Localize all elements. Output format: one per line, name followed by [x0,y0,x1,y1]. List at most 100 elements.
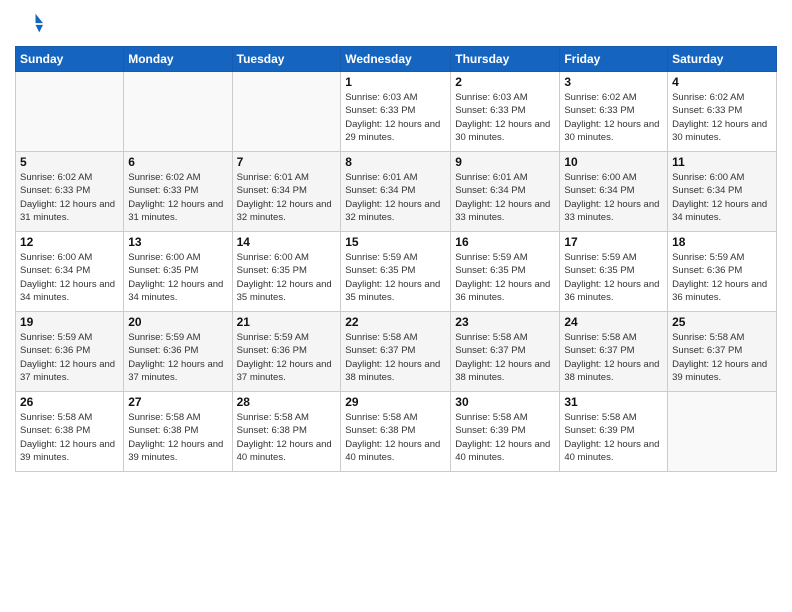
day-number: 12 [20,235,119,249]
day-number: 24 [564,315,663,329]
header-cell-tuesday: Tuesday [232,47,341,72]
day-info: Sunrise: 5:59 AM Sunset: 6:35 PM Dayligh… [564,251,663,304]
day-cell: 21 Sunrise: 5:59 AM Sunset: 6:36 PM Dayli… [232,312,341,392]
week-row-1: 1Sunrise: 6:03 AM Sunset: 6:33 PM Daylig… [16,72,777,152]
day-cell [232,72,341,152]
day-number: 18 [672,235,772,249]
day-info: Sunrise: 6:03 AM Sunset: 6:33 PM Dayligh… [455,91,555,144]
week-row-4: 19 Sunrise: 5:59 AM Sunset: 6:36 PM Dayli… [16,312,777,392]
day-cell: 10 Sunrise: 6:00 AM Sunset: 6:34 PM Dayli… [560,152,668,232]
day-cell: 22 Sunrise: 5:58 AM Sunset: 6:37 PM Dayli… [341,312,451,392]
day-cell: 19Sunrise: 5:59 AM Sunset: 6:36 PM Dayli… [16,312,124,392]
header-cell-friday: Friday [560,47,668,72]
day-info: Sunrise: 5:58 AM Sunset: 6:38 PM Dayligh… [20,411,119,464]
day-info: Sunrise: 5:58 AM Sunset: 6:37 PM Dayligh… [672,331,772,384]
header-cell-sunday: Sunday [16,47,124,72]
day-cell: 7 Sunrise: 6:01 AM Sunset: 6:34 PM Daylig… [232,152,341,232]
day-info: Sunrise: 6:02 AM Sunset: 6:33 PM Dayligh… [564,91,663,144]
logo-icon [15,10,43,38]
day-cell [124,72,232,152]
day-cell: 15 Sunrise: 5:59 AM Sunset: 6:35 PM Dayli… [341,232,451,312]
day-info: Sunrise: 6:02 AM Sunset: 6:33 PM Dayligh… [672,91,772,144]
day-info: Sunrise: 6:03 AM Sunset: 6:33 PM Dayligh… [345,91,446,144]
day-number: 26 [20,395,119,409]
day-number: 16 [455,235,555,249]
page-container: SundayMondayTuesdayWednesdayThursdayFrid… [0,0,792,612]
day-info: Sunrise: 6:00 AM Sunset: 6:34 PM Dayligh… [672,171,772,224]
day-cell: 17 Sunrise: 5:59 AM Sunset: 6:35 PM Dayli… [560,232,668,312]
day-number: 15 [345,235,446,249]
day-number: 19 [20,315,119,329]
day-cell: 5 Sunrise: 6:02 AM Sunset: 6:33 PM Daylig… [16,152,124,232]
day-number: 3 [564,75,663,89]
day-cell: 12 Sunrise: 6:00 AM Sunset: 6:34 PM Dayli… [16,232,124,312]
day-number: 27 [128,395,227,409]
day-cell: 20Sunrise: 5:59 AM Sunset: 6:36 PM Dayli… [124,312,232,392]
day-number: 23 [455,315,555,329]
day-number: 2 [455,75,555,89]
day-cell [668,392,777,472]
day-info: Sunrise: 6:00 AM Sunset: 6:35 PM Dayligh… [237,251,337,304]
day-cell: 18 Sunrise: 5:59 AM Sunset: 6:36 PM Dayli… [668,232,777,312]
logo [15,10,47,38]
day-cell: 1Sunrise: 6:03 AM Sunset: 6:33 PM Daylig… [341,72,451,152]
day-cell: 13Sunrise: 6:00 AM Sunset: 6:35 PM Dayli… [124,232,232,312]
day-info: Sunrise: 6:00 AM Sunset: 6:35 PM Dayligh… [128,251,227,304]
day-info: Sunrise: 6:02 AM Sunset: 6:33 PM Dayligh… [128,171,227,224]
week-row-2: 5 Sunrise: 6:02 AM Sunset: 6:33 PM Daylig… [16,152,777,232]
day-number: 10 [564,155,663,169]
day-number: 14 [237,235,337,249]
day-number: 22 [345,315,446,329]
day-info: Sunrise: 5:59 AM Sunset: 6:35 PM Dayligh… [455,251,555,304]
day-info: Sunrise: 6:02 AM Sunset: 6:33 PM Dayligh… [20,171,119,224]
day-number: 20 [128,315,227,329]
day-info: Sunrise: 5:59 AM Sunset: 6:36 PM Dayligh… [672,251,772,304]
day-info: Sunrise: 5:58 AM Sunset: 6:38 PM Dayligh… [345,411,446,464]
day-cell: 24Sunrise: 5:58 AM Sunset: 6:37 PM Dayli… [560,312,668,392]
day-info: Sunrise: 5:59 AM Sunset: 6:36 PM Dayligh… [237,331,337,384]
day-cell: 23 Sunrise: 5:58 AM Sunset: 6:37 PM Dayli… [451,312,560,392]
day-cell: 8Sunrise: 6:01 AM Sunset: 6:34 PM Daylig… [341,152,451,232]
day-info: Sunrise: 5:59 AM Sunset: 6:35 PM Dayligh… [345,251,446,304]
day-info: Sunrise: 6:00 AM Sunset: 6:34 PM Dayligh… [564,171,663,224]
day-cell: 29Sunrise: 5:58 AM Sunset: 6:38 PM Dayli… [341,392,451,472]
day-info: Sunrise: 5:58 AM Sunset: 6:38 PM Dayligh… [237,411,337,464]
day-number: 11 [672,155,772,169]
week-row-3: 12 Sunrise: 6:00 AM Sunset: 6:34 PM Dayli… [16,232,777,312]
day-number: 31 [564,395,663,409]
calendar-body: 1Sunrise: 6:03 AM Sunset: 6:33 PM Daylig… [16,72,777,472]
day-number: 5 [20,155,119,169]
day-number: 21 [237,315,337,329]
day-cell: 31 Sunrise: 5:58 AM Sunset: 6:39 PM Dayli… [560,392,668,472]
header-cell-thursday: Thursday [451,47,560,72]
day-info: Sunrise: 6:00 AM Sunset: 6:34 PM Dayligh… [20,251,119,304]
day-cell: 11 Sunrise: 6:00 AM Sunset: 6:34 PM Dayli… [668,152,777,232]
day-info: Sunrise: 6:01 AM Sunset: 6:34 PM Dayligh… [237,171,337,224]
day-cell: 9Sunrise: 6:01 AM Sunset: 6:34 PM Daylig… [451,152,560,232]
day-info: Sunrise: 5:58 AM Sunset: 6:37 PM Dayligh… [345,331,446,384]
day-cell: 27 Sunrise: 5:58 AM Sunset: 6:38 PM Dayli… [124,392,232,472]
header-cell-monday: Monday [124,47,232,72]
day-number: 4 [672,75,772,89]
header [15,10,777,38]
day-info: Sunrise: 5:58 AM Sunset: 6:39 PM Dayligh… [455,411,555,464]
day-cell: 16 Sunrise: 5:59 AM Sunset: 6:35 PM Dayli… [451,232,560,312]
day-info: Sunrise: 5:58 AM Sunset: 6:38 PM Dayligh… [128,411,227,464]
day-number: 17 [564,235,663,249]
day-cell: 4 Sunrise: 6:02 AM Sunset: 6:33 PM Daylig… [668,72,777,152]
day-info: Sunrise: 5:58 AM Sunset: 6:37 PM Dayligh… [455,331,555,384]
day-cell: 6Sunrise: 6:02 AM Sunset: 6:33 PM Daylig… [124,152,232,232]
day-number: 28 [237,395,337,409]
calendar-header: SundayMondayTuesdayWednesdayThursdayFrid… [16,47,777,72]
header-row: SundayMondayTuesdayWednesdayThursdayFrid… [16,47,777,72]
day-number: 9 [455,155,555,169]
day-cell [16,72,124,152]
day-number: 30 [455,395,555,409]
day-cell: 30 Sunrise: 5:58 AM Sunset: 6:39 PM Dayli… [451,392,560,472]
day-info: Sunrise: 5:58 AM Sunset: 6:39 PM Dayligh… [564,411,663,464]
header-cell-wednesday: Wednesday [341,47,451,72]
day-cell: 26 Sunrise: 5:58 AM Sunset: 6:38 PM Dayli… [16,392,124,472]
day-number: 8 [345,155,446,169]
day-number: 7 [237,155,337,169]
calendar-table: SundayMondayTuesdayWednesdayThursdayFrid… [15,46,777,472]
